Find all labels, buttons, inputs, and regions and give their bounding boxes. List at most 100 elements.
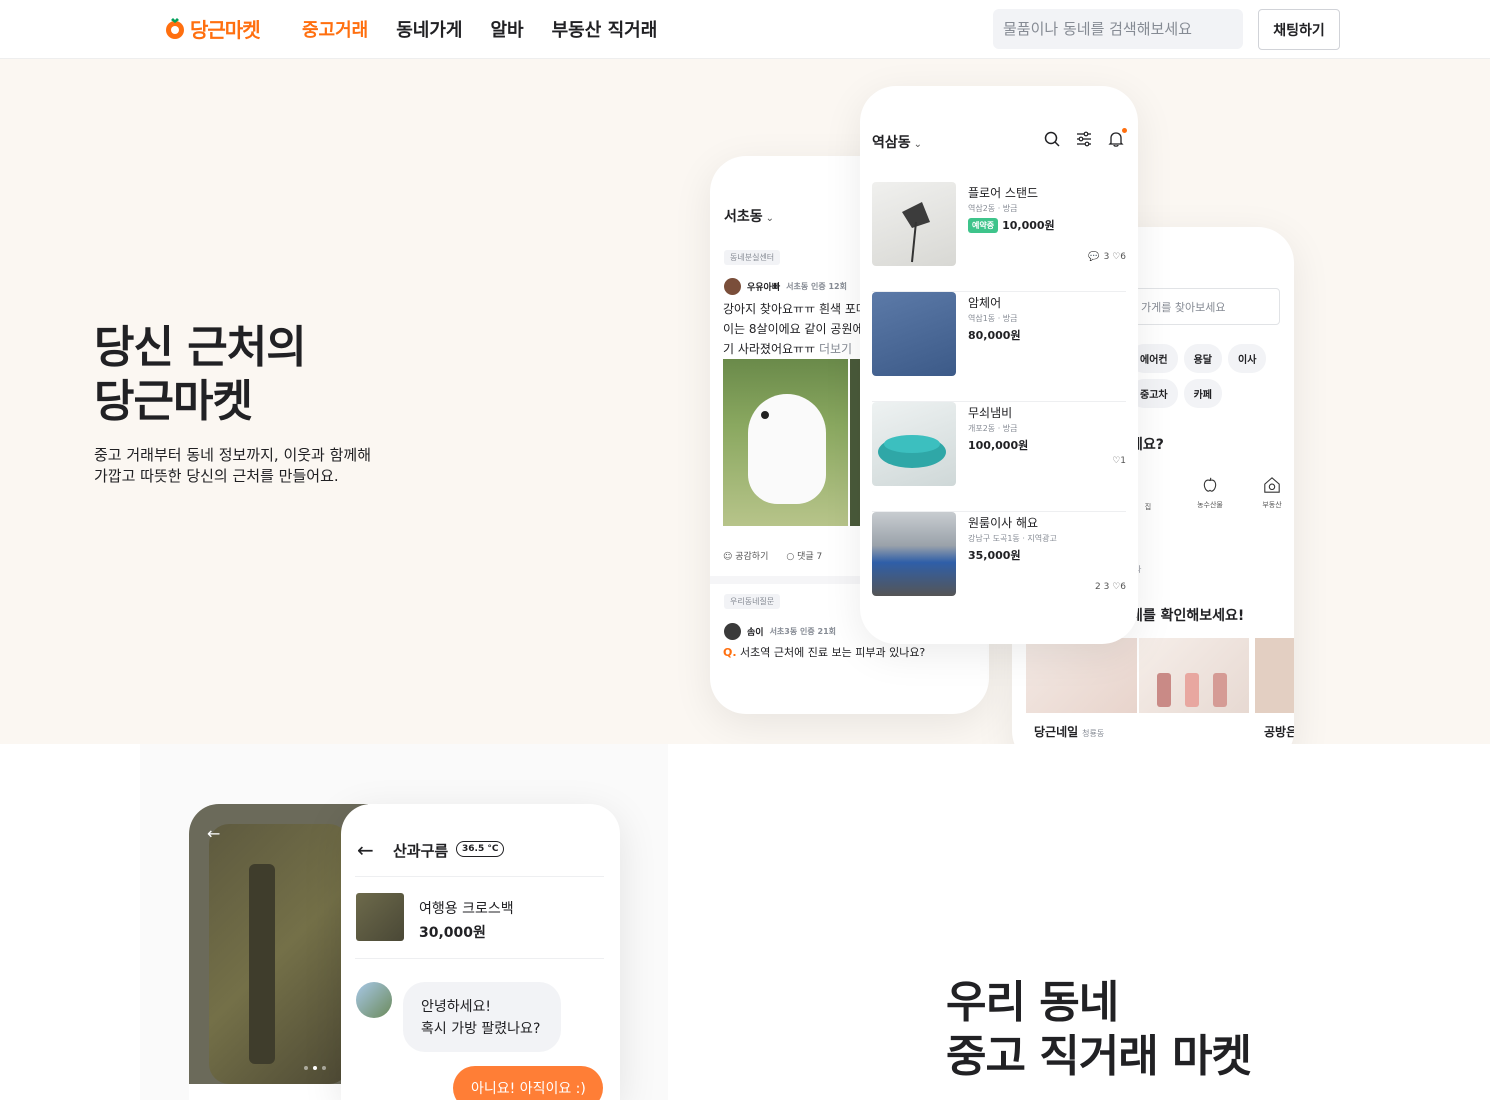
post-actions: ☺ 공감하기 ○ 댓글 7 (723, 549, 822, 562)
location-selector: 역삼동 ⌄ (872, 132, 922, 152)
more-link: 더보기 (818, 342, 853, 356)
avatar (724, 623, 741, 640)
logo[interactable]: 당근마켓 (164, 10, 261, 46)
nav-jobs[interactable]: 알바 (491, 16, 524, 42)
nail-photo (1026, 638, 1137, 713)
product-thumbnail (872, 512, 956, 596)
dog-figure (748, 394, 826, 504)
post-author: 우유아빠 서초동 인증 12회 (724, 278, 847, 295)
product-meta: 강남구 도곡1동 · 지역광고 (968, 534, 1057, 543)
polish-photo (1139, 638, 1249, 713)
hero-description: 중고 거래부터 동네 정보까지, 이웃과 함께해 가깝고 따뜻한 당신의 근처를… (94, 445, 371, 487)
hero-desc-line: 중고 거래부터 동네 정보까지, 이웃과 함께해 (94, 446, 372, 464)
product-name: 원룸이사 해요 (968, 516, 1039, 530)
outgoing-message: 아니요! 아직이요 :) (453, 1066, 603, 1100)
bottle-shape (1213, 673, 1227, 707)
product-name: 플로어 스탠드 (968, 186, 1039, 200)
chevron-down-icon: ⌄ (765, 213, 775, 224)
back-arrow-icon[interactable]: ← (357, 838, 374, 862)
shop-name: 당근네일 청룡동 (1034, 723, 1104, 740)
comment-action: ○ 댓글 7 (786, 552, 823, 562)
bottle-shape (1185, 673, 1199, 707)
product-stats: 2 3 ♡6 (1095, 582, 1126, 592)
product-stats: ♡1 (1112, 456, 1126, 466)
phone-mockup-market: 역삼동 ⌄ 플로어 스탠드 역삼2동 · 방금 예약중 10,000원 💬 3 ♡6 (860, 86, 1138, 644)
post-line: 강아지 찾아요ㅠㅠ 흰색 포메 (723, 302, 867, 316)
nav-local-shops[interactable]: 동네가게 (396, 16, 462, 42)
search-icon[interactable] (1043, 130, 1061, 148)
hero-desc-line: 가깝고 따뜻한 당신의 근처를 만들어요. (94, 467, 339, 485)
manner-temperature-badge: 36.5 °C (456, 841, 505, 857)
post-category-tag: 동네분실센터 (724, 250, 781, 265)
chat-section: ← ← 산과구름 36.5 °C 여행용 크로스백 30,000원 안녕하세요!… (0, 744, 1490, 1100)
shop-search-field: 가게를 찾아보세요 (1130, 288, 1280, 325)
like-label: 공감하기 (735, 552, 769, 562)
apple-icon (1203, 477, 1217, 492)
back-arrow-icon[interactable]: ← (207, 824, 220, 843)
product-info: 암체어 역삼1동 · 방금 80,000원 (968, 294, 1021, 343)
home-icon (1138, 476, 1158, 496)
product-meta: 역삼2동 · 방금 (968, 204, 1018, 213)
carousel-dot (304, 1066, 308, 1070)
bottle-shape (1157, 673, 1171, 707)
stats-text: 3 ♡6 (1103, 252, 1126, 262)
post-line-text: 기 사라졌어요ㅠㅠ (723, 342, 816, 356)
product-name: 무쇠냄비 (968, 406, 1013, 420)
product-price: 100,000원 (968, 439, 1029, 452)
category-label: 집 (1144, 503, 1152, 511)
shop-name: 공방은 (1264, 725, 1294, 739)
author-meta: 서초동 인증 12회 (786, 282, 847, 291)
product-name: 암체어 (968, 296, 1002, 310)
chip: 카페 (1183, 379, 1223, 408)
question-prefix: Q. (723, 646, 737, 659)
filter-icon[interactable] (1075, 130, 1093, 148)
product-info: 플로어 스탠드 역삼2동 · 방금 예약중 10,000원 (968, 184, 1055, 233)
question-body: 서초역 근처에 진료 보는 피부과 있나요? (740, 646, 926, 659)
section-title: 우리 동네 중고 직거래 마켓 (946, 976, 1252, 1084)
shop-location: 청룡동 (1082, 729, 1105, 738)
main-nav: 중고거래 동네가게 알바 부동산 직거래 (302, 16, 685, 42)
shop-title: 당근네일 (1034, 725, 1079, 739)
product-price: 80,000원 (968, 329, 1021, 342)
product-thumbnail (872, 292, 956, 376)
hero-title-line: 당신 근처의 (94, 322, 307, 373)
product-list: 플로어 스탠드 역삼2동 · 방금 예약중 10,000원 💬 3 ♡6 암체어 역… (872, 182, 1126, 622)
product-price: 30,000원 (419, 925, 486, 941)
comment-icon: 💬 (1088, 252, 1100, 262)
product-thumbnail (872, 182, 956, 266)
carousel-dot (322, 1066, 326, 1070)
carrot-logo-icon (166, 18, 184, 39)
backpack-strap (249, 864, 275, 1064)
lamp-icon (902, 202, 930, 263)
chat-partner-name: 산과구름 (393, 842, 449, 860)
backpack-image (209, 824, 349, 1084)
product-stats: 💬 3 ♡6 (1088, 252, 1126, 262)
search-input[interactable] (993, 9, 1243, 49)
author-meta: 서초3동 인증 21회 (769, 627, 836, 636)
product-item[interactable]: 암체어 역삼1동 · 방금 80,000원 (872, 292, 1126, 402)
product-item[interactable]: 무쇠냄비 개포2동 · 방금 100,000원 ♡1 (872, 402, 1126, 512)
message-line: 혹시 가방 팔렸나요? (421, 1021, 541, 1037)
carousel-dot (313, 1066, 317, 1070)
product-name: 여행용 크로스백 (419, 901, 514, 917)
nav-real-estate[interactable]: 부동산 직거래 (552, 16, 658, 42)
category-icons: 집 농수산물 부동산 (1130, 476, 1290, 512)
author-name: 우유아빠 (747, 283, 781, 293)
location-label: 역삼동 (872, 135, 911, 151)
notification-button[interactable] (1107, 128, 1127, 148)
product-meta: 역삼1동 · 방금 (968, 314, 1018, 323)
nav-used-trade[interactable]: 중고거래 (302, 16, 368, 42)
product-item[interactable]: 플로어 스탠드 역삼2동 · 방금 예약중 10,000원 💬 3 ♡6 (872, 182, 1126, 292)
chat-button[interactable]: 채팅하기 (1258, 9, 1340, 50)
dog-photo (723, 359, 848, 526)
product-thumbnail (356, 893, 404, 941)
section-title-line: 중고 직거래 마켓 (946, 1031, 1252, 1082)
reserved-badge: 예약중 (968, 217, 999, 233)
toolbar-icons (1043, 128, 1127, 148)
post-line: 이는 8살이에요 같이 공원에 (723, 322, 864, 336)
location-selector: 서초동 ⌄ (724, 206, 774, 226)
product-item[interactable]: 원룸이사 해요 강남구 도곡1동 · 지역광고 35,000원 2 3 ♡6 (872, 512, 1126, 622)
product-price: 10,000원 (1002, 219, 1055, 232)
post-author: 솜이 서초3동 인증 21회 (724, 623, 836, 640)
shop-photo (1255, 638, 1294, 713)
